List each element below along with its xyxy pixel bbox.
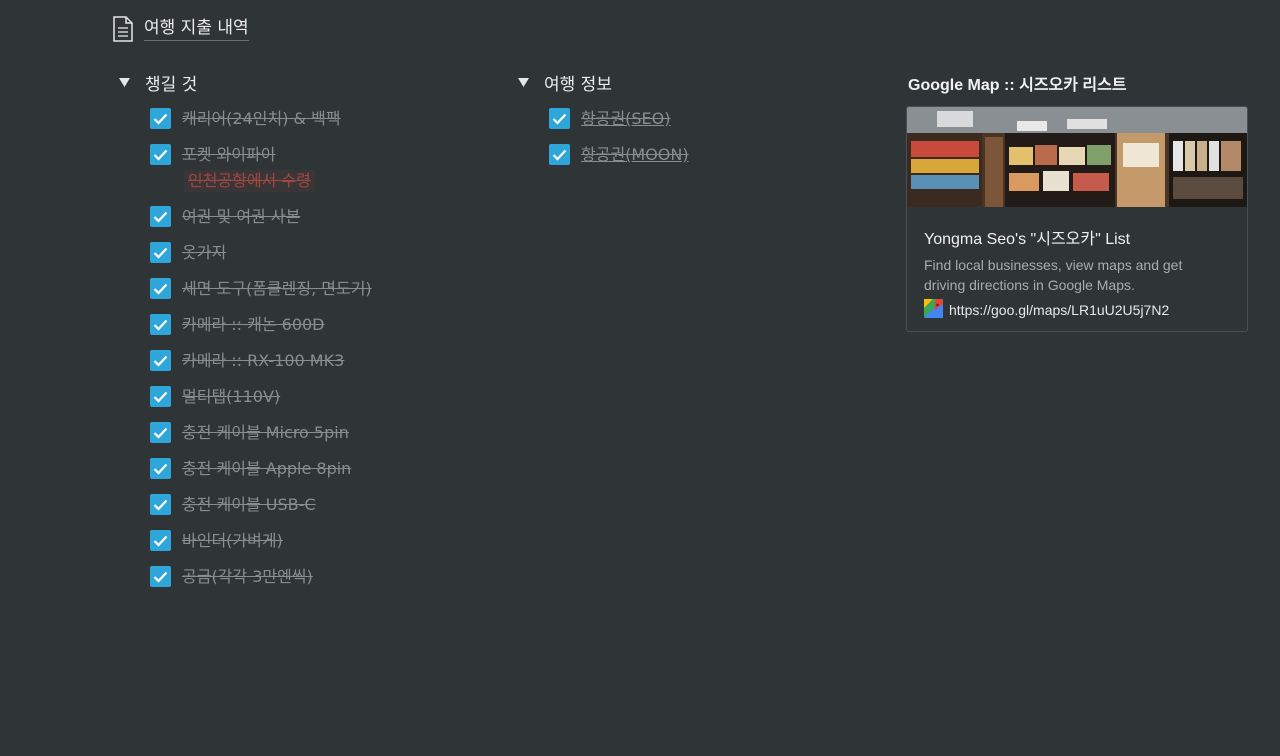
bookmark-section-title: Google Map :: 시즈오카 리스트: [908, 77, 1127, 94]
packing-list: 캐리어(24인치) & 백팩포켓 와이파이인천공항에서 수령여권 및 여권 사본…: [112, 108, 372, 602]
checkbox[interactable]: [150, 242, 171, 263]
packing-item: 카메라 :: 캐논 600D: [150, 314, 372, 350]
checkbox[interactable]: [150, 206, 171, 227]
google-maps-icon: [924, 298, 943, 321]
packing-item-text: 바인더(가벼게): [182, 531, 283, 550]
checkmark-icon: [153, 319, 168, 331]
bookmark-heading: Yongma Seo's "시즈오카" List: [924, 231, 1131, 248]
toggle-travel-info: 여행 정보 항공권(SEO) 항공권(MOON): [511, 70, 689, 180]
travel-info-item: 항공권(SEO): [549, 108, 689, 144]
packing-item: 충전 케이블 Micro 5pin: [150, 422, 372, 458]
toggle-packing: 챙길 것 캐리어(24인치) & 백팩포켓 와이파이인천공항에서 수령여권 및 …: [112, 70, 372, 602]
checkbox[interactable]: [150, 108, 171, 129]
bookmark-url-row[interactable]: https://goo.gl/maps/LR1uU2U5j7N2: [924, 298, 1230, 321]
checkbox[interactable]: [150, 530, 171, 551]
bookmark-preview-image: [907, 107, 1247, 207]
checkmark-icon: [552, 149, 567, 161]
packing-item-text: 멀티탭(110V): [182, 387, 281, 406]
packing-item-text: 카메라 :: 캐논 600D: [182, 315, 325, 334]
travel-info-item-content: 항공권(MOON): [581, 144, 689, 166]
packing-item-content: 카메라 :: RX-100 MK3: [182, 350, 344, 372]
packing-item: 포켓 와이파이인천공항에서 수령: [150, 144, 372, 206]
checkmark-icon: [153, 571, 168, 583]
packing-item-text: 충전 케이블 Micro 5pin: [182, 423, 349, 442]
page: 여행 지출 내역 챙길 것 캐리어(24인치) & 백팩포켓 와이파이인천공항에…: [0, 0, 1280, 756]
checkbox[interactable]: [150, 278, 171, 299]
packing-item: 공금(각각 3만엔씩): [150, 566, 372, 602]
checkmark-icon: [153, 247, 168, 259]
travel-info-item-text[interactable]: 항공권(MOON): [581, 144, 689, 166]
packing-item-content: 충전 케이블 Apple 8pin: [182, 458, 351, 480]
packing-item-text: 캐리어(24인치) & 백팩: [182, 109, 341, 128]
checkmark-icon: [153, 283, 168, 295]
packing-item: 여권 및 여권 사본: [150, 206, 372, 242]
packing-item: 충전 케이블 Apple 8pin: [150, 458, 372, 494]
page-link-label: 여행 지출 내역: [144, 17, 249, 41]
packing-item-content: 여권 및 여권 사본: [182, 206, 300, 228]
packing-item-text: 세면 도구(폼클렌징, 면도기): [182, 279, 372, 298]
packing-item-text: 옷가지: [182, 243, 227, 262]
packing-item: 세면 도구(폼클렌징, 면도기): [150, 278, 372, 314]
travel-info-item-content: 항공권(SEO): [581, 108, 671, 130]
packing-item-content: 멀티탭(110V): [182, 386, 280, 408]
packing-item: 캐리어(24인치) & 백팩: [150, 108, 372, 144]
checkbox[interactable]: [150, 386, 171, 407]
bookmark-url: https://goo.gl/maps/LR1uU2U5j7N2: [949, 302, 1170, 318]
toggle-travel-info-title: 여행 정보: [544, 74, 612, 95]
packing-item-text: 충전 케이블 Apple 8pin: [182, 459, 352, 478]
checkmark-icon: [552, 113, 567, 125]
checkmark-icon: [153, 427, 168, 439]
checkbox[interactable]: [150, 144, 171, 165]
packing-item-text: 여권 및 여권 사본: [182, 207, 301, 226]
checkbox[interactable]: [150, 314, 171, 335]
checkmark-icon: [153, 463, 168, 475]
checkbox[interactable]: [150, 458, 171, 479]
page-link-travel-expenses[interactable]: 여행 지출 내역: [112, 16, 249, 42]
packing-item-content: 충전 케이블 Micro 5pin: [182, 422, 349, 444]
bookmark-card[interactable]: Yongma Seo's "시즈오카" List Find local busi…: [906, 106, 1248, 332]
packing-item-text: 포켓 와이파이: [182, 145, 276, 164]
toggle-packing-header[interactable]: 챙길 것: [112, 70, 372, 95]
packing-item: 바인더(가벼게): [150, 530, 372, 566]
checkbox[interactable]: [549, 108, 570, 129]
packing-item-content: 캐리어(24인치) & 백팩: [182, 108, 341, 130]
packing-item-text: 공금(각각 3만엔씩): [182, 567, 313, 586]
packing-item-content: 공금(각각 3만엔씩): [182, 566, 313, 588]
checkmark-icon: [153, 355, 168, 367]
packing-item-content: 바인더(가벼게): [182, 530, 283, 552]
checkmark-icon: [153, 149, 168, 161]
checkbox[interactable]: [150, 494, 171, 515]
document-icon: [112, 16, 134, 42]
checkmark-icon: [153, 391, 168, 403]
packing-item-content: 카메라 :: 캐논 600D: [182, 314, 325, 336]
packing-item: 충전 케이블 USB-C: [150, 494, 372, 530]
travel-info-item-text[interactable]: 항공권(SEO): [581, 108, 671, 130]
packing-item-content: 포켓 와이파이인천공항에서 수령: [182, 144, 315, 192]
checkbox[interactable]: [549, 144, 570, 165]
packing-item-text: 카메라 :: RX-100 MK3: [182, 351, 345, 370]
checkbox[interactable]: [150, 566, 171, 587]
packing-item: 멀티탭(110V): [150, 386, 372, 422]
checkmark-icon: [153, 113, 168, 125]
toggle-packing-title: 챙길 것: [145, 74, 198, 95]
packing-item-note: 인천공항에서 수령: [184, 170, 315, 192]
packing-item: 카메라 :: RX-100 MK3: [150, 350, 372, 386]
packing-item-content: 세면 도구(폼클렌징, 면도기): [182, 278, 372, 300]
bookmark-description: Find local businesses, view maps and get…: [924, 257, 1183, 293]
checkmark-icon: [153, 535, 168, 547]
triangle-down-icon[interactable]: [118, 76, 130, 88]
checkmark-icon: [153, 211, 168, 223]
toggle-travel-info-header[interactable]: 여행 정보: [511, 70, 689, 95]
packing-item-content: 충전 케이블 USB-C: [182, 494, 316, 516]
packing-item-content: 옷가지: [182, 242, 226, 264]
triangle-down-icon[interactable]: [517, 76, 529, 88]
checkbox[interactable]: [150, 350, 171, 371]
travel-info-list: 항공권(SEO) 항공권(MOON): [511, 108, 689, 180]
packing-item: 옷가지: [150, 242, 372, 278]
packing-item-text: 충전 케이블 USB-C: [182, 495, 316, 514]
travel-info-item: 항공권(MOON): [549, 144, 689, 180]
checkbox[interactable]: [150, 422, 171, 443]
checkmark-icon: [153, 499, 168, 511]
